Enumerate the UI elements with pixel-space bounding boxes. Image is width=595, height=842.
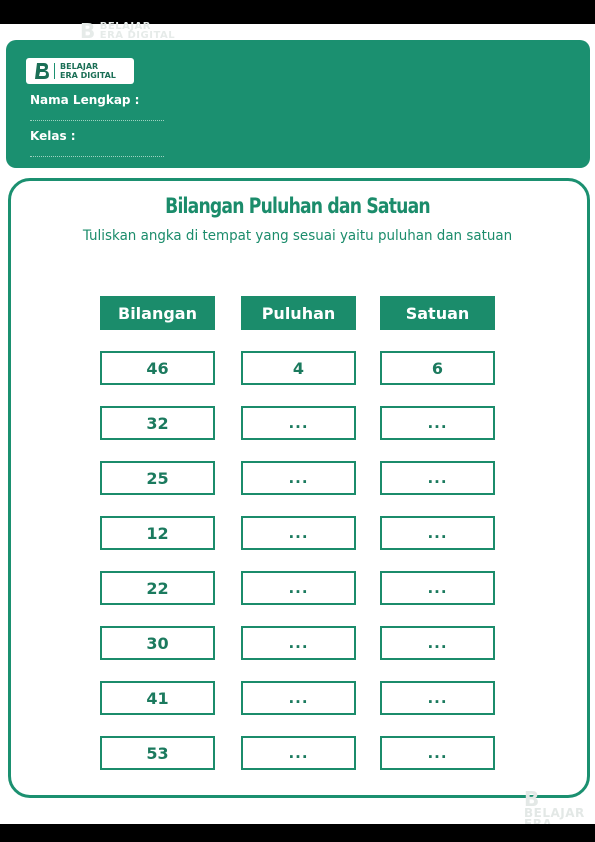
cell-satuan[interactable]: 6 (380, 351, 495, 385)
brand-logo: BELAJAR ERA DIGITAL (26, 58, 134, 84)
cell-puluhan[interactable]: ... (241, 736, 356, 770)
cell-puluhan[interactable]: ... (241, 516, 356, 550)
cell-puluhan[interactable]: ... (241, 626, 356, 660)
watermark-top: B BELAJAR ERA DIGITAL (80, 19, 175, 43)
cell-satuan[interactable]: ... (380, 406, 495, 440)
cell-bilangan: 53 (100, 736, 215, 770)
nama-lengkap-label: Nama Lengkap : (30, 93, 140, 107)
logo-text: BELAJAR ERA DIGITAL (60, 62, 116, 80)
cell-puluhan[interactable]: ... (241, 571, 356, 605)
cell-puluhan[interactable]: ... (241, 681, 356, 715)
cell-satuan[interactable]: ... (380, 571, 495, 605)
cell-bilangan: 22 (100, 571, 215, 605)
cell-bilangan: 12 (100, 516, 215, 550)
kelas-label: Kelas : (30, 129, 76, 143)
kelas-field[interactable] (30, 156, 164, 157)
cell-puluhan[interactable]: ... (241, 461, 356, 495)
cell-bilangan: 30 (100, 626, 215, 660)
cell-bilangan: 41 (100, 681, 215, 715)
cell-satuan[interactable]: ... (380, 681, 495, 715)
logo-line1: BELAJAR (60, 62, 99, 71)
cell-bilangan: 25 (100, 461, 215, 495)
cell-bilangan: 46 (100, 351, 215, 385)
cell-puluhan[interactable]: 4 (241, 351, 356, 385)
cell-satuan[interactable]: ... (380, 516, 495, 550)
nama-lengkap-field[interactable] (30, 120, 164, 121)
logo-separator (54, 63, 55, 79)
cell-puluhan[interactable]: ... (241, 406, 356, 440)
cell-satuan[interactable]: ... (380, 736, 495, 770)
column-header-satuan: Satuan (380, 296, 495, 330)
worksheet-title: Bilangan Puluhan dan Satuan (165, 194, 430, 218)
cell-satuan[interactable]: ... (380, 461, 495, 495)
b-logo-icon (35, 63, 49, 79)
column-header-puluhan: Puluhan (241, 296, 356, 330)
cell-satuan[interactable]: ... (380, 626, 495, 660)
logo-line2: ERA DIGITAL (60, 71, 116, 80)
column-header-bilangan: Bilangan (100, 296, 215, 330)
bottom-black-bar (0, 824, 595, 842)
watermark-b-icon: B (80, 19, 96, 43)
cell-bilangan: 32 (100, 406, 215, 440)
worksheet-instruction: Tuliskan angka di tempat yang sesuai yai… (82, 228, 513, 244)
